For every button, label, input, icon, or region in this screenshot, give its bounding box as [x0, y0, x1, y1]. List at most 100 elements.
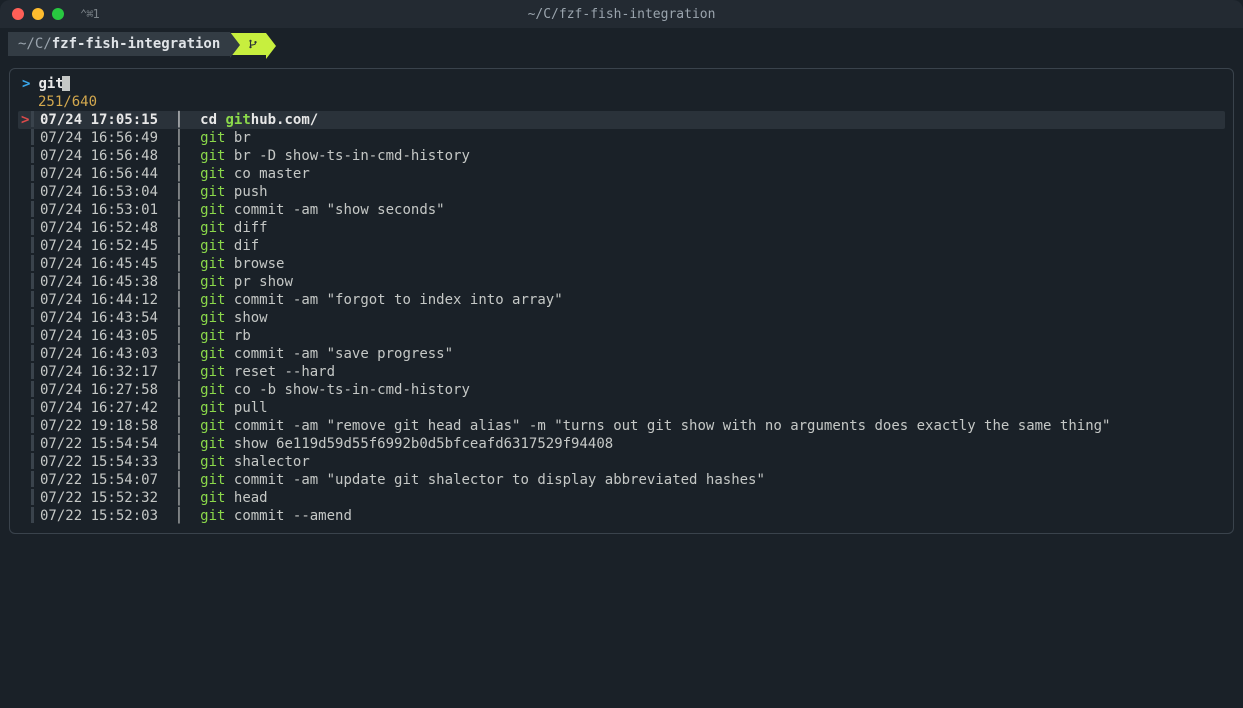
list-item[interactable]: 07/24 16:43:05 │ git rb [18, 327, 1225, 345]
row-indicator-bar [31, 399, 34, 415]
separator: │ [158, 507, 200, 525]
match-highlight: git [200, 292, 225, 308]
row-indicator-bar [31, 345, 34, 361]
list-item[interactable]: 07/24 16:52:45 │ git dif [18, 237, 1225, 255]
match-highlight: git [200, 148, 225, 164]
separator: │ [158, 201, 200, 219]
breadcrumb-path: ~/C/fzf-fish-integration [8, 32, 230, 56]
separator: │ [158, 147, 200, 165]
match-highlight: git [200, 454, 225, 470]
row-indicator-bar [31, 363, 34, 379]
window-number-icon: ⌃⌘1 [80, 7, 99, 21]
separator: │ [158, 219, 200, 237]
row-indicator-bar [31, 435, 34, 451]
match-highlight: git [200, 328, 225, 344]
list-item[interactable]: 07/24 16:43:03 │ git commit -am "save pr… [18, 345, 1225, 363]
timestamp: 07/24 16:53:04 [40, 183, 158, 201]
row-indicator-bar [31, 327, 34, 343]
match-highlight: git [200, 256, 225, 272]
match-highlight: git [200, 202, 225, 218]
selection-marker [21, 489, 31, 507]
selection-marker: > [21, 111, 31, 129]
list-item[interactable]: 07/24 16:56:48 │ git br -D show-ts-in-cm… [18, 147, 1225, 165]
list-item[interactable]: 07/24 16:27:42 │ git pull [18, 399, 1225, 417]
command-text: git push [200, 183, 267, 201]
selection-marker [21, 363, 31, 381]
command-text: git co -b show-ts-in-cmd-history [200, 381, 470, 399]
fzf-query-input[interactable]: git [38, 75, 69, 93]
traffic-lights [0, 8, 64, 20]
separator: │ [158, 273, 200, 291]
match-highlight: git [200, 400, 225, 416]
separator: │ [158, 453, 200, 471]
match-highlight: git [200, 346, 225, 362]
minimize-button[interactable] [32, 8, 44, 20]
list-item[interactable]: 07/24 16:56:49 │ git br [18, 129, 1225, 147]
selection-marker [21, 165, 31, 183]
fzf-box: > git 251/640 >07/24 17:05:15 │ cd githu… [9, 68, 1234, 534]
selection-marker [21, 255, 31, 273]
list-item[interactable]: 07/24 16:45:38 │ git pr show [18, 273, 1225, 291]
fzf-results-list[interactable]: >07/24 17:05:15 │ cd github.com/ 07/24 1… [18, 111, 1225, 525]
list-item[interactable]: 07/24 16:44:12 │ git commit -am "forgot … [18, 291, 1225, 309]
separator: │ [158, 363, 200, 381]
list-item[interactable]: 07/24 16:56:44 │ git co master [18, 165, 1225, 183]
timestamp: 07/24 16:52:45 [40, 237, 158, 255]
row-indicator-bar [31, 291, 34, 307]
timestamp: 07/24 16:43:54 [40, 309, 158, 327]
match-highlight: git [200, 220, 225, 236]
command-text: git browse [200, 255, 284, 273]
timestamp: 07/22 15:52:32 [40, 489, 158, 507]
separator: │ [158, 183, 200, 201]
list-item[interactable]: 07/22 15:54:54 │ git show 6e119d59d55f69… [18, 435, 1225, 453]
list-item[interactable]: 07/24 16:27:58 │ git co -b show-ts-in-cm… [18, 381, 1225, 399]
list-item[interactable]: 07/24 16:52:48 │ git diff [18, 219, 1225, 237]
separator: │ [158, 471, 200, 489]
selection-marker [21, 435, 31, 453]
list-item[interactable]: 07/24 16:45:45 │ git browse [18, 255, 1225, 273]
separator: │ [158, 345, 200, 363]
breadcrumb-dir: fzf-fish-integration [52, 36, 221, 52]
row-indicator-bar [31, 219, 34, 235]
list-item[interactable]: 07/22 15:52:32 │ git head [18, 489, 1225, 507]
match-highlight: git [200, 364, 225, 380]
separator: │ [158, 381, 200, 399]
selection-marker [21, 381, 31, 399]
separator: │ [158, 399, 200, 417]
separator: │ [158, 417, 200, 435]
list-item[interactable]: 07/22 19:18:58 │ git commit -am "remove … [18, 417, 1225, 435]
separator: │ [158, 489, 200, 507]
match-highlight: git [225, 112, 250, 128]
timestamp: 07/22 15:52:03 [40, 507, 158, 525]
match-highlight: git [200, 310, 225, 326]
timestamp: 07/24 16:45:38 [40, 273, 158, 291]
command-text: git shalector [200, 453, 310, 471]
list-item[interactable]: 07/22 15:54:07 │ git commit -am "update … [18, 471, 1225, 489]
list-item[interactable]: >07/24 17:05:15 │ cd github.com/ [18, 111, 1225, 129]
maximize-button[interactable] [52, 8, 64, 20]
selection-marker [21, 327, 31, 345]
command-text: git commit -am "update git shalector to … [200, 471, 765, 489]
fzf-query-line[interactable]: > git [18, 75, 1225, 93]
match-highlight: git [200, 274, 225, 290]
list-item[interactable]: 07/24 16:53:01 │ git commit -am "show se… [18, 201, 1225, 219]
fzf-prompt: > [22, 75, 30, 93]
selection-marker [21, 237, 31, 255]
selection-marker [21, 309, 31, 327]
close-button[interactable] [12, 8, 24, 20]
command-text: git diff [200, 219, 267, 237]
list-item[interactable]: 07/22 15:54:33 │ git shalector [18, 453, 1225, 471]
list-item[interactable]: 07/24 16:32:17 │ git reset --hard [18, 363, 1225, 381]
breadcrumb-prefix: ~/C/ [18, 36, 52, 52]
match-highlight: git [200, 508, 225, 524]
list-item[interactable]: 07/24 16:53:04 │ git push [18, 183, 1225, 201]
timestamp: 07/24 16:43:05 [40, 327, 158, 345]
timestamp: 07/24 16:27:58 [40, 381, 158, 399]
list-item[interactable]: 07/22 15:52:03 │ git commit --amend [18, 507, 1225, 525]
row-indicator-bar [31, 111, 34, 127]
command-text: git co master [200, 165, 310, 183]
command-text: git rb [200, 327, 251, 345]
list-item[interactable]: 07/24 16:43:54 │ git show [18, 309, 1225, 327]
row-indicator-bar [31, 309, 34, 325]
row-indicator-bar [31, 417, 34, 433]
